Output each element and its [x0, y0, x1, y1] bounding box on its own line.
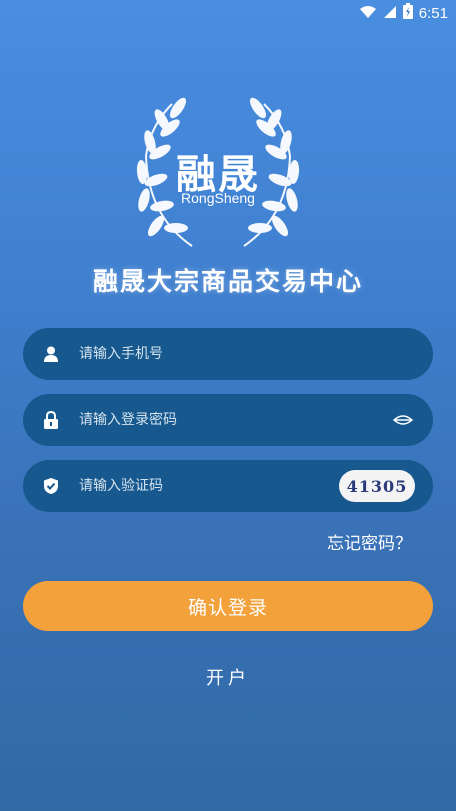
- eye-closed-icon[interactable]: [381, 400, 425, 440]
- forgot-password-link[interactable]: 忘记密码？: [327, 529, 412, 554]
- app-title: 融晟大宗商品交易中心: [92, 267, 363, 296]
- password-input[interactable]: [79, 394, 381, 446]
- battery-charging-icon: [402, 3, 413, 23]
- status-bar: 6:51: [0, 0, 456, 26]
- captcha-input[interactable]: [79, 460, 339, 512]
- password-field: [23, 394, 433, 446]
- lock-icon: [23, 411, 79, 429]
- phone-field: [23, 328, 433, 380]
- status-time: 6:51: [418, 4, 448, 22]
- phone-input[interactable]: [79, 328, 433, 380]
- app-logo: 融晟 RongSheng: [128, 96, 308, 256]
- captcha-field: 41305: [23, 460, 433, 512]
- register-link[interactable]: 开户: [0, 664, 456, 690]
- user-icon: [23, 346, 79, 362]
- wifi-icon: [359, 4, 377, 23]
- logo-english-text: RongSheng: [181, 190, 255, 206]
- login-button[interactable]: 确认登录: [23, 581, 433, 631]
- shield-check-icon: [23, 477, 79, 495]
- signal-icon: [383, 4, 397, 23]
- captcha-image[interactable]: 41305: [339, 470, 415, 502]
